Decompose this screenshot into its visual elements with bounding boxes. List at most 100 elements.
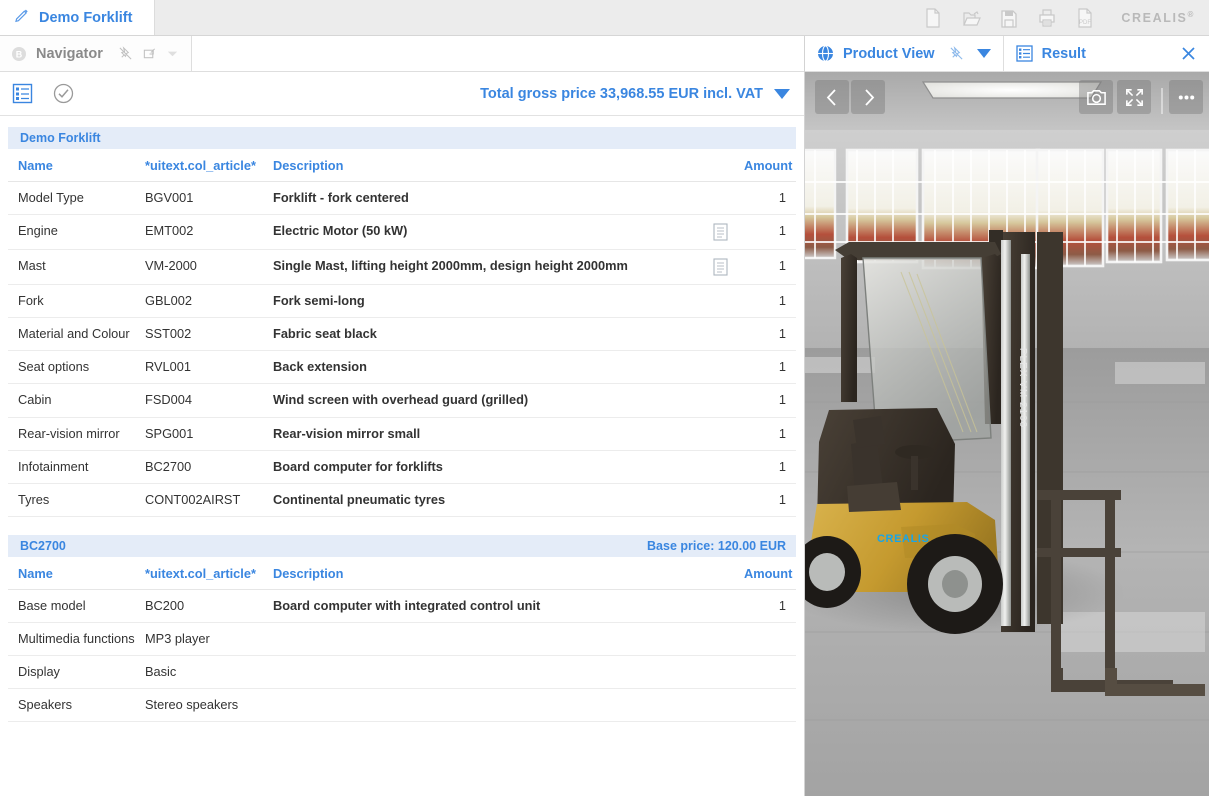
cell-article: BC2700 [141,450,269,484]
document-tab-demo-forklift[interactable]: Demo Forklift [0,0,156,35]
note-document-icon[interactable] [712,258,728,276]
table-row[interactable]: Engine EMT002 Electric Motor (50 kW) 1 [8,214,796,251]
column-header-article[interactable]: *uitext.col_article* [141,556,269,590]
navigator-strip-empty [191,36,804,71]
viewer-next-button[interactable] [851,80,885,114]
viewer-screenshot-button[interactable] [1079,80,1113,114]
export-pdf-icon[interactable]: PDF [1075,7,1095,29]
triangle-down-icon[interactable] [976,49,991,58]
chevron-left-icon [826,88,836,106]
cell-description: Wind screen with overhead guard (grilled… [269,383,700,418]
table-row[interactable]: Multimedia functions MP3 player [8,622,796,657]
product-viewer-3d[interactable]: PLEX VM 2100 CREALIS [805,72,1209,796]
viewer-prev-button[interactable] [815,80,849,114]
cell-article: MP3 player [141,622,269,657]
configuration-scroll-area[interactable]: Demo Forklift Name *uitext.col_article* Des… [0,116,804,796]
table-header-row: Name *uitext.col_article* Description Amoun… [8,556,796,590]
cell-name: Multimedia functions [8,622,141,657]
cell-amount [740,655,796,690]
configuration-groups: Demo Forklift Name *uitext.col_article* Des… [0,127,804,723]
cell-note [700,589,740,623]
cell-description: Board computer for forklifts [269,450,700,484]
new-document-icon[interactable] [923,7,943,29]
check-circle-icon[interactable] [53,83,74,104]
cell-article: Basic [141,655,269,690]
table-row[interactable]: Material and Colour SST002 Fabric seat bla… [8,317,796,352]
triangle-down-icon[interactable] [774,88,790,99]
cell-amount: 1 [740,383,796,418]
camera-icon [1086,89,1106,105]
cell-amount: 1 [740,317,796,352]
unpin-icon[interactable] [118,46,133,61]
cell-description: Fabric seat black [269,317,700,352]
navigator-tab[interactable]: B Navigator [0,36,192,71]
group-title: Demo Forklift [20,131,101,145]
cell-article: FSD004 [141,383,269,418]
column-header-description[interactable]: Description [269,556,700,590]
group-base-price: Base price: 120.00 EUR [647,538,786,553]
cell-note [700,417,740,451]
chevron-down-icon[interactable] [166,47,179,60]
table-row[interactable]: Rear-vision mirror SPG001 Rear-vision mirr… [8,417,796,451]
cell-name: Seat options [8,350,141,385]
close-icon[interactable] [1180,45,1197,62]
open-folder-icon[interactable] [961,7,982,29]
total-price-control[interactable]: Total gross price 33,968.55 EUR incl. VA… [480,86,790,102]
cell-description: Rear-vision mirror small [269,417,700,451]
total-price-label: Total gross price 33,968.55 EUR incl. VA… [480,85,763,102]
svg-text:B: B [16,49,23,59]
table-row[interactable]: Seat options RVL001 Back extension 1 [8,350,796,385]
restore-window-icon[interactable] [142,46,157,61]
cell-amount: 1 [740,284,796,319]
configuration-list-icon[interactable] [12,83,33,104]
cell-amount [740,622,796,657]
tab-result[interactable]: Result [1004,36,1098,71]
application-window: Demo Forklift PDF CREALIS® B Navigator T… [0,0,1209,796]
navigator-label: Navigator [36,45,103,62]
table-row[interactable]: Base model BC200 Board computer with integ… [8,589,796,623]
cell-note [700,350,740,385]
cell-amount: 1 [740,417,796,451]
table-row[interactable]: Infotainment BC2700 Board computer for for… [8,450,796,484]
column-header-name[interactable]: Name [8,149,141,182]
cell-amount: 1 [740,214,796,251]
table-row[interactable]: Display Basic [8,655,796,690]
table-row[interactable]: Tyres CONT002AIRST Continental pneumatic t… [8,483,796,517]
navigator-circle-icon: B [11,46,27,62]
cell-description: Continental pneumatic tyres [269,483,700,517]
configuration-panel: B Navigator Total gross price 33,968.55 … [0,36,805,796]
viewer-more-button[interactable] [1169,80,1203,114]
table-row[interactable]: Model Type BGV001 Forklift - fork centered… [8,181,796,216]
print-icon[interactable] [1037,7,1057,29]
cell-amount: 1 [740,181,796,216]
cell-description: Single Mast, lifting height 2000mm, desi… [269,249,700,286]
cell-name: Engine [8,214,141,251]
forklift-scene: PLEX VM 2100 CREALIS [805,72,1209,796]
unpin-icon[interactable] [949,46,964,61]
column-header-article[interactable]: *uitext.col_article* [141,149,269,182]
cell-note [700,214,740,251]
column-header-amount[interactable]: Amount [740,149,796,182]
save-icon[interactable] [999,7,1019,29]
cell-name: Speakers [8,688,141,723]
table-row[interactable]: Cabin FSD004 Wind screen with overhead gua… [8,383,796,418]
group-header[interactable]: Demo Forklift [8,127,796,149]
body-split: B Navigator Total gross price 33,968.55 … [0,36,1209,796]
brand-registered-mark: ® [1187,9,1195,19]
configuration-table: Name *uitext.col_article* Description Amoun… [8,556,796,723]
result-label: Result [1041,45,1086,62]
product-view-label: Product View [843,45,935,62]
table-row[interactable]: Fork GBL002 Fork semi-long 1 [8,284,796,319]
viewer-fullscreen-button[interactable] [1117,80,1151,114]
table-row[interactable]: Mast VM-2000 Single Mast, lifting height 2… [8,249,796,286]
tab-product-view[interactable]: Product View [805,36,1004,71]
column-header-description[interactable]: Description [269,149,700,182]
column-header-name[interactable]: Name [8,556,141,590]
column-header-amount[interactable]: Amount [740,556,796,590]
note-document-icon[interactable] [712,223,728,241]
pencil-icon [14,8,30,28]
cell-note [700,284,740,319]
cell-note [700,181,740,216]
group-header[interactable]: BC2700 Base price: 120.00 EUR [8,534,796,557]
table-row[interactable]: Speakers Stereo speakers [8,688,796,723]
